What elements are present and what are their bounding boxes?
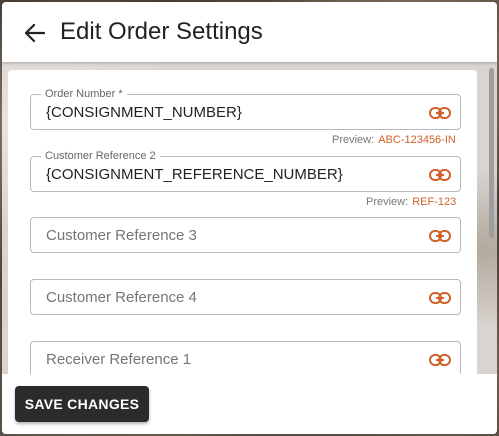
customer-reference-3-field[interactable]: Customer Reference 3 xyxy=(30,217,461,253)
arrow-left-icon xyxy=(25,24,45,42)
order-number-label: Order Number * xyxy=(41,88,127,100)
order-number-field[interactable]: Order Number * {CONSIGNMENT_NUMBER} xyxy=(30,88,461,130)
receiver-reference-1-field[interactable]: Receiver Reference 1 xyxy=(30,341,461,374)
customer-reference-4-link-button[interactable] xyxy=(429,288,451,308)
dialog-header: Edit Order Settings xyxy=(2,2,497,62)
customer-reference-4-placeholder: Customer Reference 4 xyxy=(46,289,197,306)
customer-reference-2-field[interactable]: Customer Reference 2 {CONSIGNMENT_REFERE… xyxy=(30,150,461,192)
dialog-footer: SAVE CHANGES xyxy=(2,374,497,434)
preview-label: Preview: xyxy=(366,196,409,208)
customer-reference-2-label: Customer Reference 2 xyxy=(41,150,160,162)
link-icon xyxy=(429,354,451,366)
form-card: Order Number * {CONSIGNMENT_NUMBER} Prev… xyxy=(8,70,477,374)
link-icon xyxy=(429,107,451,119)
preview-label: Preview: xyxy=(332,134,375,146)
customer-reference-3-link-button[interactable] xyxy=(429,226,451,246)
receiver-reference-1-link-button[interactable] xyxy=(429,350,451,370)
edit-order-settings-dialog: Edit Order Settings Order Number * {CONS… xyxy=(2,2,497,434)
order-number-preview: Preview: ABC-123456-IN xyxy=(332,134,456,146)
link-icon xyxy=(429,292,451,304)
page-title: Edit Order Settings xyxy=(60,18,263,45)
customer-reference-4-field[interactable]: Customer Reference 4 xyxy=(30,279,461,315)
order-number-value: {CONSIGNMENT_NUMBER} xyxy=(46,104,242,121)
customer-reference-2-link-button[interactable] xyxy=(429,165,451,185)
link-icon xyxy=(429,230,451,242)
scrollbar[interactable] xyxy=(487,62,497,374)
back-button[interactable] xyxy=(22,20,48,46)
preview-value: ABC-123456-IN xyxy=(378,134,456,146)
receiver-reference-1-placeholder: Receiver Reference 1 xyxy=(46,351,192,368)
order-number-link-button[interactable] xyxy=(429,103,451,123)
save-changes-button[interactable]: SAVE CHANGES xyxy=(15,386,149,422)
customer-reference-2-preview: Preview: REF-123 xyxy=(366,196,456,208)
customer-reference-2-value: {CONSIGNMENT_REFERENCE_NUMBER} xyxy=(46,166,343,183)
scroll-area[interactable]: Order Number * {CONSIGNMENT_NUMBER} Prev… xyxy=(2,62,497,374)
customer-reference-3-placeholder: Customer Reference 3 xyxy=(46,227,197,244)
preview-value: REF-123 xyxy=(412,196,457,208)
link-icon xyxy=(429,169,451,181)
scrollbar-thumb[interactable] xyxy=(489,68,494,238)
